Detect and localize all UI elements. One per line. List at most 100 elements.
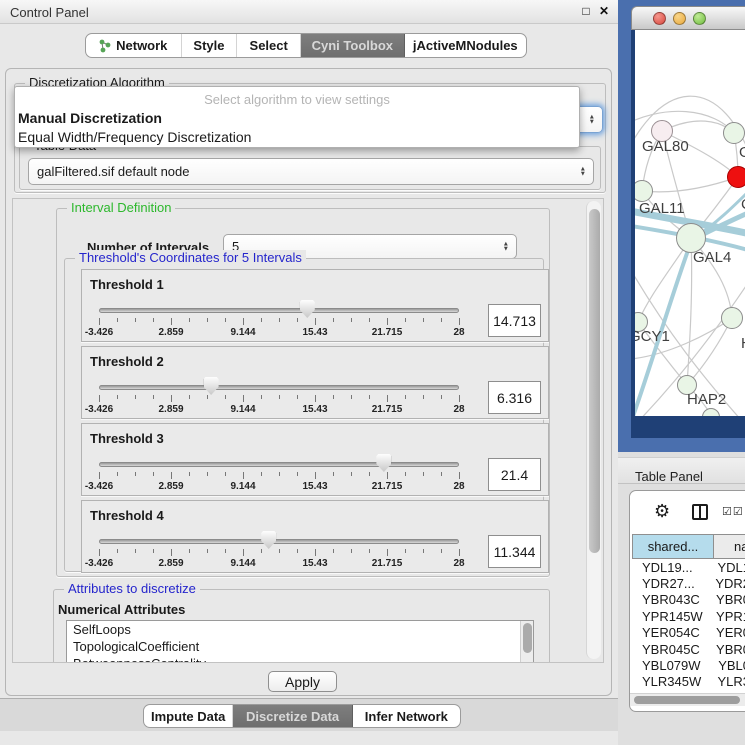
popup-item-manual-discretization[interactable]: Manual Discretization [18, 110, 162, 126]
float-window-icon[interactable]: □ [578, 4, 594, 20]
bottom-tab-bar: Impute Data Discretize Data Infer Networ… [143, 704, 461, 728]
table-row[interactable]: YBL079WYBL0 [632, 657, 745, 673]
tab-cyni-toolbox[interactable]: Cyni Toolbox [301, 34, 405, 57]
threshold-value-box[interactable]: 11.344 [488, 535, 541, 568]
network-node-h[interactable] [721, 307, 743, 329]
table-row[interactable]: YER054CYER0 [632, 625, 745, 641]
slider-thumb[interactable] [300, 300, 315, 318]
tick-label: 21.715 [372, 404, 403, 415]
cell-name[interactable]: YDL1 [709, 560, 745, 575]
cell-shared-name[interactable]: YER054C [632, 625, 708, 640]
table-row[interactable]: YBR045CYBR0 [632, 641, 745, 657]
slider-thumb[interactable] [204, 377, 219, 395]
scrollbar-thumb[interactable] [634, 696, 740, 704]
tick-label: 9.144 [230, 558, 255, 569]
scrollbar-thumb[interactable] [523, 623, 532, 653]
tab-label: Discretize Data [246, 709, 339, 724]
table-row[interactable]: YPR145WYPR1 [632, 608, 745, 624]
numerical-attributes-list[interactable]: SelfLoopsTopologicalCoefficientBetweenne… [66, 620, 534, 663]
tick-mark [171, 549, 172, 556]
attribute-list-item[interactable]: BetweennessCentrality [67, 655, 533, 663]
threshold-value-box[interactable]: 21.4 [488, 458, 541, 491]
table-row[interactable]: YDR27...YDR2 [632, 575, 745, 591]
panel-scrollbar[interactable] [586, 201, 601, 659]
attribute-list-item[interactable]: SelfLoops [67, 621, 533, 638]
network-node-c[interactable] [727, 166, 745, 188]
table-row[interactable]: YBR043CYBR0 [632, 592, 745, 608]
slider-thumb[interactable] [261, 531, 276, 549]
close-traffic-light-icon[interactable] [653, 12, 666, 25]
cell-shared-name[interactable]: YDR27... [632, 576, 707, 591]
tab-style[interactable]: Style [182, 34, 238, 57]
tick-mark [333, 472, 334, 476]
tab-impute-data[interactable]: Impute Data [144, 705, 233, 727]
zoom-traffic-light-icon[interactable] [693, 12, 706, 25]
attributes-scrollbar[interactable] [520, 621, 533, 663]
tab-select[interactable]: Select [237, 34, 301, 57]
cell-name[interactable]: YER0 [708, 625, 745, 640]
algorithm-dropdown-popup: Select algorithm to view settings Manual… [14, 86, 580, 148]
minimize-traffic-light-icon[interactable] [673, 12, 686, 25]
threshold-value-box[interactable]: 14.713 [488, 304, 541, 337]
network-canvas[interactable]: GAL80GACGAL11GAL4GCY1HHAP2 [635, 30, 745, 416]
combo-arrows-icon: ▲▼ [580, 166, 586, 177]
slider-thumb[interactable] [376, 454, 391, 472]
cell-name[interactable]: YLR3 [709, 674, 745, 689]
tick-mark [243, 472, 244, 479]
group-title: Threshold's Coordinates for 5 Intervals [75, 250, 306, 265]
cell-name[interactable]: YBR0 [708, 642, 745, 657]
table-hscrollbar[interactable] [630, 693, 745, 706]
column-header-name[interactable]: na [714, 534, 745, 559]
table-data-combobox[interactable]: galFiltered.sif default node ▲▼ [28, 158, 594, 185]
scrollbar-thumb[interactable] [589, 209, 600, 553]
tick-mark [387, 318, 388, 325]
threshold-4-slider[interactable]: -3.4262.8599.14415.4321.71528 [82, 501, 548, 572]
tick-mark [189, 549, 190, 553]
table-row[interactable]: YLR345WYLR3 [632, 674, 745, 690]
checkbox-columns-icon[interactable]: ☑☑ [722, 505, 744, 518]
network-window-titlebar[interactable] [631, 6, 745, 30]
cell-shared-name[interactable]: YLR345W [632, 674, 709, 689]
tab-discretize-data[interactable]: Discretize Data [233, 705, 352, 727]
slider-track[interactable] [99, 385, 459, 390]
tick-mark [387, 472, 388, 479]
threshold-1-slider[interactable]: -3.4262.8599.14415.4321.71528 [82, 270, 548, 341]
attribute-list-item[interactable]: TopologicalCoefficient [67, 638, 533, 655]
threshold-2-slider[interactable]: -3.4262.8599.14415.4321.71528 [82, 347, 548, 418]
tab-jactivemnodules[interactable]: jActiveMNodules [405, 34, 526, 57]
cell-shared-name[interactable]: YBR043C [632, 592, 708, 607]
tick-label: 2.859 [158, 404, 183, 415]
node-label: H [741, 335, 745, 352]
table-row[interactable]: YDL19...YDL1 [632, 559, 745, 575]
cell-shared-name[interactable]: YBR045C [632, 642, 708, 657]
tab-network[interactable]: Network [86, 34, 182, 57]
tick-mark [225, 395, 226, 399]
threshold-value-box[interactable]: 6.316 [488, 381, 541, 414]
popup-item-equal-width[interactable]: Equal Width/Frequency Discretization [18, 129, 251, 145]
column-layout-icon[interactable] [692, 504, 708, 520]
column-header-shared[interactable]: shared... [632, 534, 714, 559]
cell-name[interactable]: YBR0 [708, 592, 745, 607]
tab-infer-network[interactable]: Infer Network [353, 705, 460, 727]
slider-track[interactable] [99, 539, 459, 544]
slider-track[interactable] [99, 308, 459, 313]
slider-track[interactable] [99, 462, 459, 467]
cell-name[interactable]: YPR1 [708, 609, 745, 624]
node-label: HAP2 [687, 391, 726, 408]
tick-mark [225, 318, 226, 322]
tick-label: 2.859 [158, 481, 183, 492]
cell-name[interactable]: YDR2 [707, 576, 745, 591]
network-node-ga[interactable] [723, 122, 745, 144]
gear-icon[interactable]: ⚙ [654, 501, 670, 522]
apply-button[interactable]: Apply [268, 671, 337, 692]
cell-shared-name[interactable]: YPR145W [632, 609, 708, 624]
cell-name[interactable]: YBL0 [710, 658, 745, 673]
cell-shared-name[interactable]: YDL19... [632, 560, 709, 575]
tick-mark [279, 549, 280, 553]
group-title: Attributes to discretize [64, 581, 200, 596]
tick-mark [387, 549, 388, 556]
close-icon[interactable]: ✕ [596, 4, 612, 20]
cell-shared-name[interactable]: YBL079W [632, 658, 710, 673]
table-data-value: galFiltered.sif default node [37, 164, 189, 179]
threshold-3-slider[interactable]: -3.4262.8599.14415.4321.71528 [82, 424, 548, 495]
